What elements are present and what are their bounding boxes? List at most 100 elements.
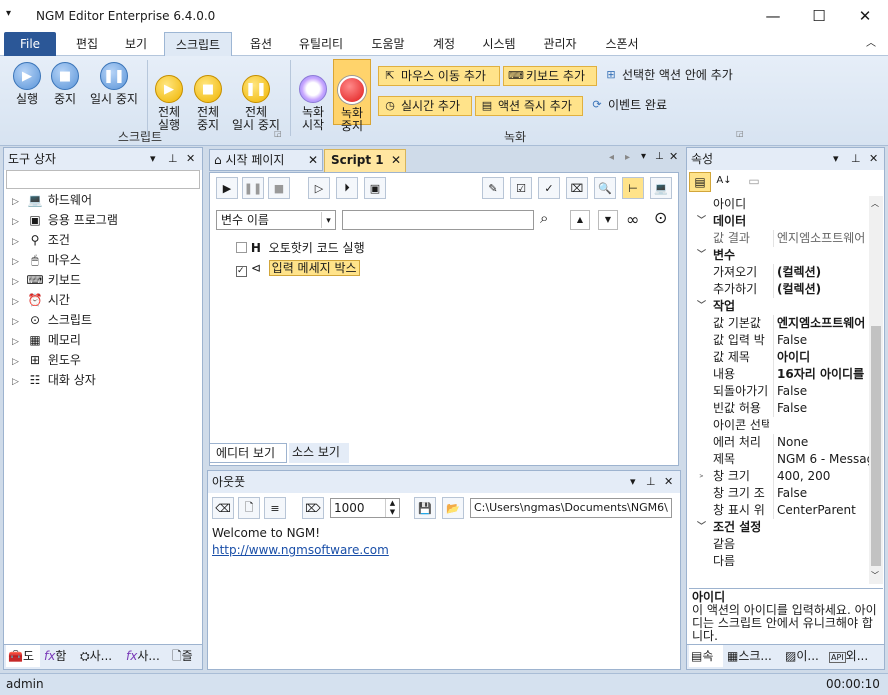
prop-row[interactable]: 아이디 [689, 196, 869, 213]
sort-alpha-button[interactable]: A↓ [713, 172, 735, 192]
pin-icon[interactable]: ⊥ [655, 151, 664, 162]
expand-icon[interactable]: ▷ [12, 352, 26, 372]
prop-row[interactable]: 추가하기 (컬렉션) [689, 281, 869, 298]
delete-button[interactable]: ⌧ [566, 177, 588, 199]
record-start-button[interactable]: 녹화 시작 [294, 62, 332, 132]
tab-images[interactable]: ▨이... [783, 645, 825, 667]
tree-item-mouse[interactable]: ▷ 🖱 마우스 [12, 250, 81, 270]
minimize-button[interactable]: — [750, 0, 796, 32]
edit-button[interactable]: ✎ [482, 177, 504, 199]
run-selected-button[interactable]: ⏵ [336, 177, 358, 199]
action-row[interactable]: ✓ ⊲ 입력 메세지 박스 [236, 259, 360, 277]
clear-output-button[interactable]: ⌫ [212, 497, 234, 519]
tab-editor-view[interactable]: 에디터 보기 [209, 443, 287, 463]
move-down-button[interactable]: ▼ [598, 210, 618, 230]
prop-row[interactable]: 값 입력 박 False [689, 332, 869, 349]
prop-row[interactable]: 빈값 허용 False [689, 400, 869, 417]
tab-favorites[interactable]: 🗋즐 [170, 645, 202, 667]
play-button[interactable]: ▶ 실행 [8, 62, 46, 106]
prop-row[interactable]: 창 크기 조 False [689, 485, 869, 502]
ribbon-collapse-icon[interactable]: ︿ [860, 32, 882, 56]
tab-external[interactable]: API 외... [827, 645, 883, 667]
prop-row[interactable]: 내용 16자리 아이디를 [689, 366, 869, 383]
run-button[interactable]: ▶ [216, 177, 238, 199]
tab-users[interactable]: ⛭사... [78, 645, 122, 667]
realtime-add-button[interactable]: ◷ 실시간 추가 [378, 96, 472, 116]
tab-user-functions[interactable]: fx사... [124, 645, 168, 667]
all-play-button[interactable]: ▶ 전체 실행 [150, 62, 188, 132]
prop-category[interactable]: ﹀ 조건 설정 [689, 519, 869, 536]
dropdown-icon[interactable]: ▾ [150, 148, 156, 170]
expand-icon[interactable]: ▷ [12, 372, 26, 392]
device-button[interactable]: 💻 [650, 177, 672, 199]
dropdown-icon[interactable]: ▾ [641, 151, 646, 162]
check-all-button[interactable]: ☑ [510, 177, 532, 199]
expand-icon[interactable]: ▷ [12, 272, 26, 292]
maximize-button[interactable]: ☐ [796, 0, 842, 32]
tree-item-time[interactable]: ▷ ⏰ 시간 [12, 290, 70, 310]
collapse-icon[interactable]: ﹀ [697, 213, 706, 230]
tree-item-dialog[interactable]: ▷ ☷ 대화 상자 [12, 370, 96, 390]
log-path-field[interactable]: C:\Users\ngmas\Documents\NGM6\ [470, 498, 672, 518]
prop-category[interactable]: ﹀ 데이터 [689, 213, 869, 230]
close-icon[interactable]: ✕ [869, 148, 878, 170]
step-play-button[interactable]: ▷ [308, 177, 330, 199]
pin-icon[interactable]: ⊥ [646, 471, 656, 493]
find-button[interactable]: 🔍 [594, 177, 616, 199]
scroll-up-icon[interactable]: ︿ [871, 198, 879, 209]
tab-close-icon[interactable]: ✕ [308, 150, 318, 170]
dropdown-icon[interactable]: ▾ [630, 471, 636, 493]
pin-icon[interactable]: ⊥ [168, 148, 178, 170]
prop-row[interactable]: 되돌아가기 False [689, 383, 869, 400]
variable-select[interactable]: 변수 이름 ▾ [216, 210, 336, 230]
prop-row[interactable]: 값 결과 엔지엠소프트웨어 [689, 230, 869, 247]
add-into-selected-button[interactable]: ⊞ 선택한 액션 안에 추가 [600, 66, 750, 86]
tree-item-application[interactable]: ▷ ▣ 응용 프로그램 [12, 210, 118, 230]
output-link[interactable]: http://www.ngmsoftware.com [212, 542, 389, 559]
expand-icon[interactable]: ▷ [12, 332, 26, 352]
tab-left-icon[interactable]: ◂ [609, 152, 614, 163]
prop-row[interactable]: 가져오기 (컬렉션) [689, 264, 869, 281]
categorized-button[interactable]: ▤ [689, 172, 711, 192]
group-launcher-icon[interactable]: ◲ [274, 129, 282, 138]
tree-item-window[interactable]: ▷ ⊞ 윈도우 [12, 350, 81, 370]
action-now-add-button[interactable]: ▤ 액션 즉시 추가 [475, 96, 583, 116]
prop-row[interactable]: 제목NGM 6 - Message [689, 451, 869, 468]
tab-right-icon[interactable]: ▸ [625, 152, 630, 163]
menu-account[interactable]: 계정 [424, 32, 464, 56]
record-stop-button[interactable]: 녹화 중지 [333, 59, 371, 133]
scroll-thumb[interactable] [871, 326, 881, 566]
expand-icon[interactable]: ﹥ [697, 468, 706, 485]
save-log-button[interactable]: 💾 [414, 497, 436, 519]
close-button[interactable]: ✕ [842, 0, 888, 32]
tree-item-keyboard[interactable]: ▷ ⌨ 키보드 [12, 270, 81, 290]
prop-row[interactable]: 창 표시 위 CenterParent [689, 502, 869, 519]
new-log-button[interactable]: 🗋 [238, 497, 260, 519]
tab-toolbox[interactable]: 🧰도 [6, 645, 40, 667]
tab-script-1[interactable]: Script 1 ✕ [324, 149, 406, 172]
tree-item-script[interactable]: ▷ ⊙ 스크립트 [12, 310, 92, 330]
stop-run-button[interactable]: ■ [268, 177, 290, 199]
menu-utility[interactable]: 유틸리티 [290, 32, 352, 56]
menu-help[interactable]: 도움말 [362, 32, 414, 56]
prop-row[interactable]: 값 제목 아이디 [689, 349, 869, 366]
prop-row[interactable]: ﹥ 창 크기 400, 200 [689, 468, 869, 485]
collapse-icon[interactable]: ﹀ [697, 519, 706, 536]
menu-sponsor[interactable]: 스폰서 [596, 32, 648, 56]
group-launcher-icon[interactable]: ◲ [736, 129, 744, 138]
property-scrollbar[interactable]: ︿ ﹀ [869, 196, 883, 584]
menu-view[interactable]: 보기 [114, 32, 158, 56]
stepper-icon[interactable]: ▲ ▼ [385, 499, 399, 517]
variable-search-input[interactable] [342, 210, 534, 230]
all-stop-button[interactable]: ■ 전체 중지 [189, 62, 227, 132]
dropdown-icon[interactable]: ▾ [833, 148, 839, 170]
check-button[interactable]: ✓ [538, 177, 560, 199]
expand-icon[interactable]: ▷ [12, 292, 26, 312]
system-menu-icon[interactable]: ▾ [6, 8, 11, 19]
tab-start-page[interactable]: ⌂ 시작 페이지 ✕ [209, 149, 323, 171]
expand-icon[interactable]: ▷ [12, 212, 26, 232]
menu-system[interactable]: 시스템 [474, 32, 524, 56]
more-icon[interactable]: ⊙ [654, 208, 667, 227]
tab-properties[interactable]: ▤속 [689, 645, 723, 667]
move-up-button[interactable]: ▲ [570, 210, 590, 230]
